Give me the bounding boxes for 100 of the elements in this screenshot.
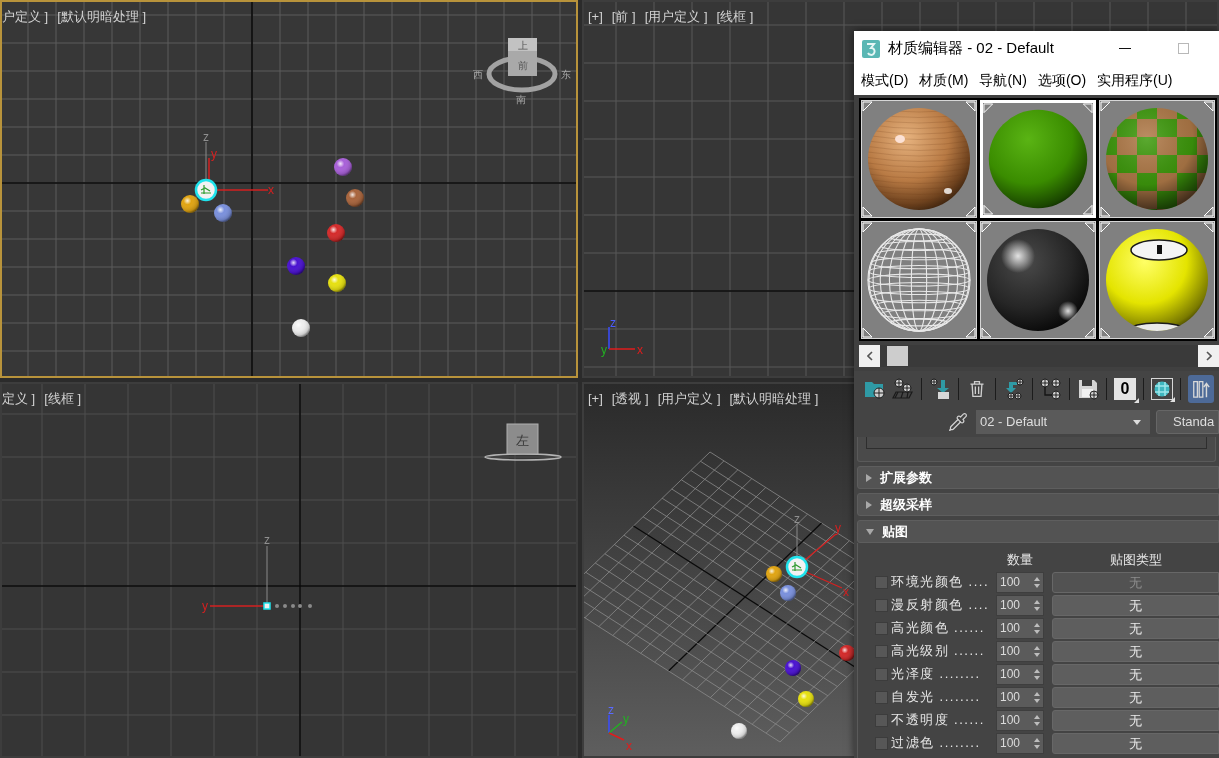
spinner-arrows-icon: [1034, 668, 1040, 680]
amount-spinner[interactable]: 100: [996, 617, 1044, 639]
checkbox[interactable]: [875, 644, 888, 658]
sphere: [334, 158, 352, 176]
toolbar-button[interactable]: [1040, 377, 1062, 401]
material-name-dropdown[interactable]: 02 - Default: [976, 410, 1150, 434]
view-cube-label[interactable]: 东: [561, 69, 571, 80]
sphere-arrow-box-icon: [929, 378, 951, 400]
amount-spinner[interactable]: 100: [996, 663, 1044, 685]
selected-object[interactable]: [785, 555, 809, 579]
viewport-label[interactable]: [用户定义 ]: [657, 391, 721, 407]
amount-spinner[interactable]: 100: [996, 640, 1044, 662]
billiard-ball-slot[interactable]: [1099, 221, 1215, 339]
menu-item[interactable]: 模式(D): [861, 70, 909, 91]
map-button[interactable]: 无: [1052, 732, 1219, 754]
checkbox[interactable]: [875, 736, 888, 750]
axis-label: y: [601, 343, 607, 357]
selected-object[interactable]: [194, 178, 218, 202]
viewport-label[interactable]: 定义 ]: [2, 391, 36, 407]
spinner-arrows-icon: [1034, 622, 1040, 634]
map-label: 漫反射颜色 ....: [891, 596, 991, 615]
viewport-label[interactable]: [默认明暗处理 ]: [57, 9, 147, 25]
view-cube-label[interactable]: 西: [473, 69, 483, 80]
map-button[interactable]: 无: [1052, 640, 1219, 662]
map-button[interactable]: 无: [1052, 709, 1219, 731]
chevron-left-icon: [866, 351, 873, 361]
sphere: [214, 204, 232, 222]
viewport[interactable]: 户定义 ] [默认明暗处理 ] 上 前 西 东 南 z y x: [0, 0, 578, 378]
view-cube-label[interactable]: 南: [516, 94, 526, 105]
view-cube[interactable]: [484, 423, 562, 461]
map-button[interactable]: 无: [1052, 617, 1219, 639]
wood-sphere-slot[interactable]: [861, 100, 977, 218]
map-button[interactable]: 无: [1052, 663, 1219, 685]
transform-gizmo[interactable]: [205, 141, 269, 191]
checkbox[interactable]: [875, 690, 888, 704]
view-cube-label[interactable]: 前: [518, 60, 528, 71]
viewport-label[interactable]: [前 ]: [611, 9, 636, 25]
rollout-header[interactable]: 贴图: [857, 520, 1219, 543]
viewport-label[interactable]: [默认明暗处理 ]: [729, 391, 819, 407]
eyedropper-icon[interactable]: [948, 412, 968, 432]
toggle-button[interactable]: [1188, 375, 1214, 403]
checkbox[interactable]: [875, 713, 888, 727]
minimize-icon: [1119, 48, 1131, 49]
viewport-label[interactable]: [线框 ]: [716, 9, 754, 25]
axis-label: z: [794, 512, 800, 526]
spinner-arrows-icon: [1034, 599, 1040, 611]
sphere: [766, 566, 782, 582]
scroll-left-button[interactable]: [859, 345, 880, 367]
matte-sphere-slot[interactable]: [980, 100, 1096, 218]
viewport-label[interactable]: 户定义 ]: [2, 9, 49, 25]
sphere: [292, 319, 310, 337]
menu-item[interactable]: 实用程序(U): [1097, 70, 1173, 91]
checkbox[interactable]: [875, 621, 888, 635]
axis-label: z: [610, 316, 616, 330]
axis-label: y: [211, 147, 217, 161]
menu-item[interactable]: 材质(M): [919, 70, 969, 91]
map-button[interactable]: 无: [1052, 594, 1219, 616]
viewport-label[interactable]: [用户定义 ]: [644, 9, 708, 25]
scroll-right-button[interactable]: [1198, 345, 1219, 367]
axis-label: y: [623, 712, 629, 726]
toolbar-button[interactable]: [1151, 378, 1173, 400]
rollout-header[interactable]: 超级采样: [857, 493, 1219, 516]
toolbar-button[interactable]: [892, 377, 914, 401]
menu-item[interactable]: 选项(O): [1037, 70, 1087, 91]
axis-label: x: [268, 183, 274, 197]
checkbox[interactable]: [875, 667, 888, 681]
amount-spinner[interactable]: 100: [996, 594, 1044, 616]
channel-button[interactable]: 0: [1114, 378, 1136, 400]
sphere: [780, 585, 796, 601]
axis-tripod: [608, 714, 625, 741]
map-label: 自发光 ........: [891, 688, 982, 707]
transform-gizmo[interactable]: [796, 523, 843, 589]
sphere: [287, 257, 305, 275]
viewport-label[interactable]: [线框 ]: [44, 391, 82, 407]
amount-spinner[interactable]: 100: [996, 686, 1044, 708]
sphere: [181, 195, 199, 213]
material-type-button[interactable]: Standa: [1156, 410, 1219, 434]
map-label: 环境光颜色 ....: [891, 573, 991, 592]
view-cube[interactable]: [486, 38, 558, 93]
scrollbar-thumb[interactable]: [887, 346, 908, 366]
sphere: [839, 645, 855, 661]
amount-spinner[interactable]: 100: [996, 732, 1044, 754]
spinner-arrows-icon: [1034, 691, 1040, 703]
menu-item[interactable]: 导航(N): [979, 70, 1027, 91]
checkbox[interactable]: [875, 598, 888, 612]
viewport-label[interactable]: [+]: [588, 391, 603, 407]
glossy-sphere-slot[interactable]: [980, 221, 1096, 339]
rollout-header[interactable]: 扩展参数: [857, 466, 1219, 489]
toolbar-button[interactable]: [1077, 377, 1099, 401]
viewport-label[interactable]: [透视 ]: [611, 391, 649, 407]
checkered-sphere-slot[interactable]: [1099, 100, 1215, 218]
toolbar-button[interactable]: [929, 377, 951, 401]
view-cube-label[interactable]: 左: [515, 433, 529, 448]
amount-spinner[interactable]: 100: [996, 709, 1044, 731]
viewport-label[interactable]: [+]: [588, 9, 603, 25]
axis-tripod: [608, 326, 636, 350]
spinner-arrows-icon: [1034, 737, 1040, 749]
map-button[interactable]: 无: [1052, 686, 1219, 708]
viewport[interactable]: 定义 ] [线框 ] 左 z y: [0, 382, 578, 758]
linked-spheres-icon: [1040, 378, 1062, 400]
